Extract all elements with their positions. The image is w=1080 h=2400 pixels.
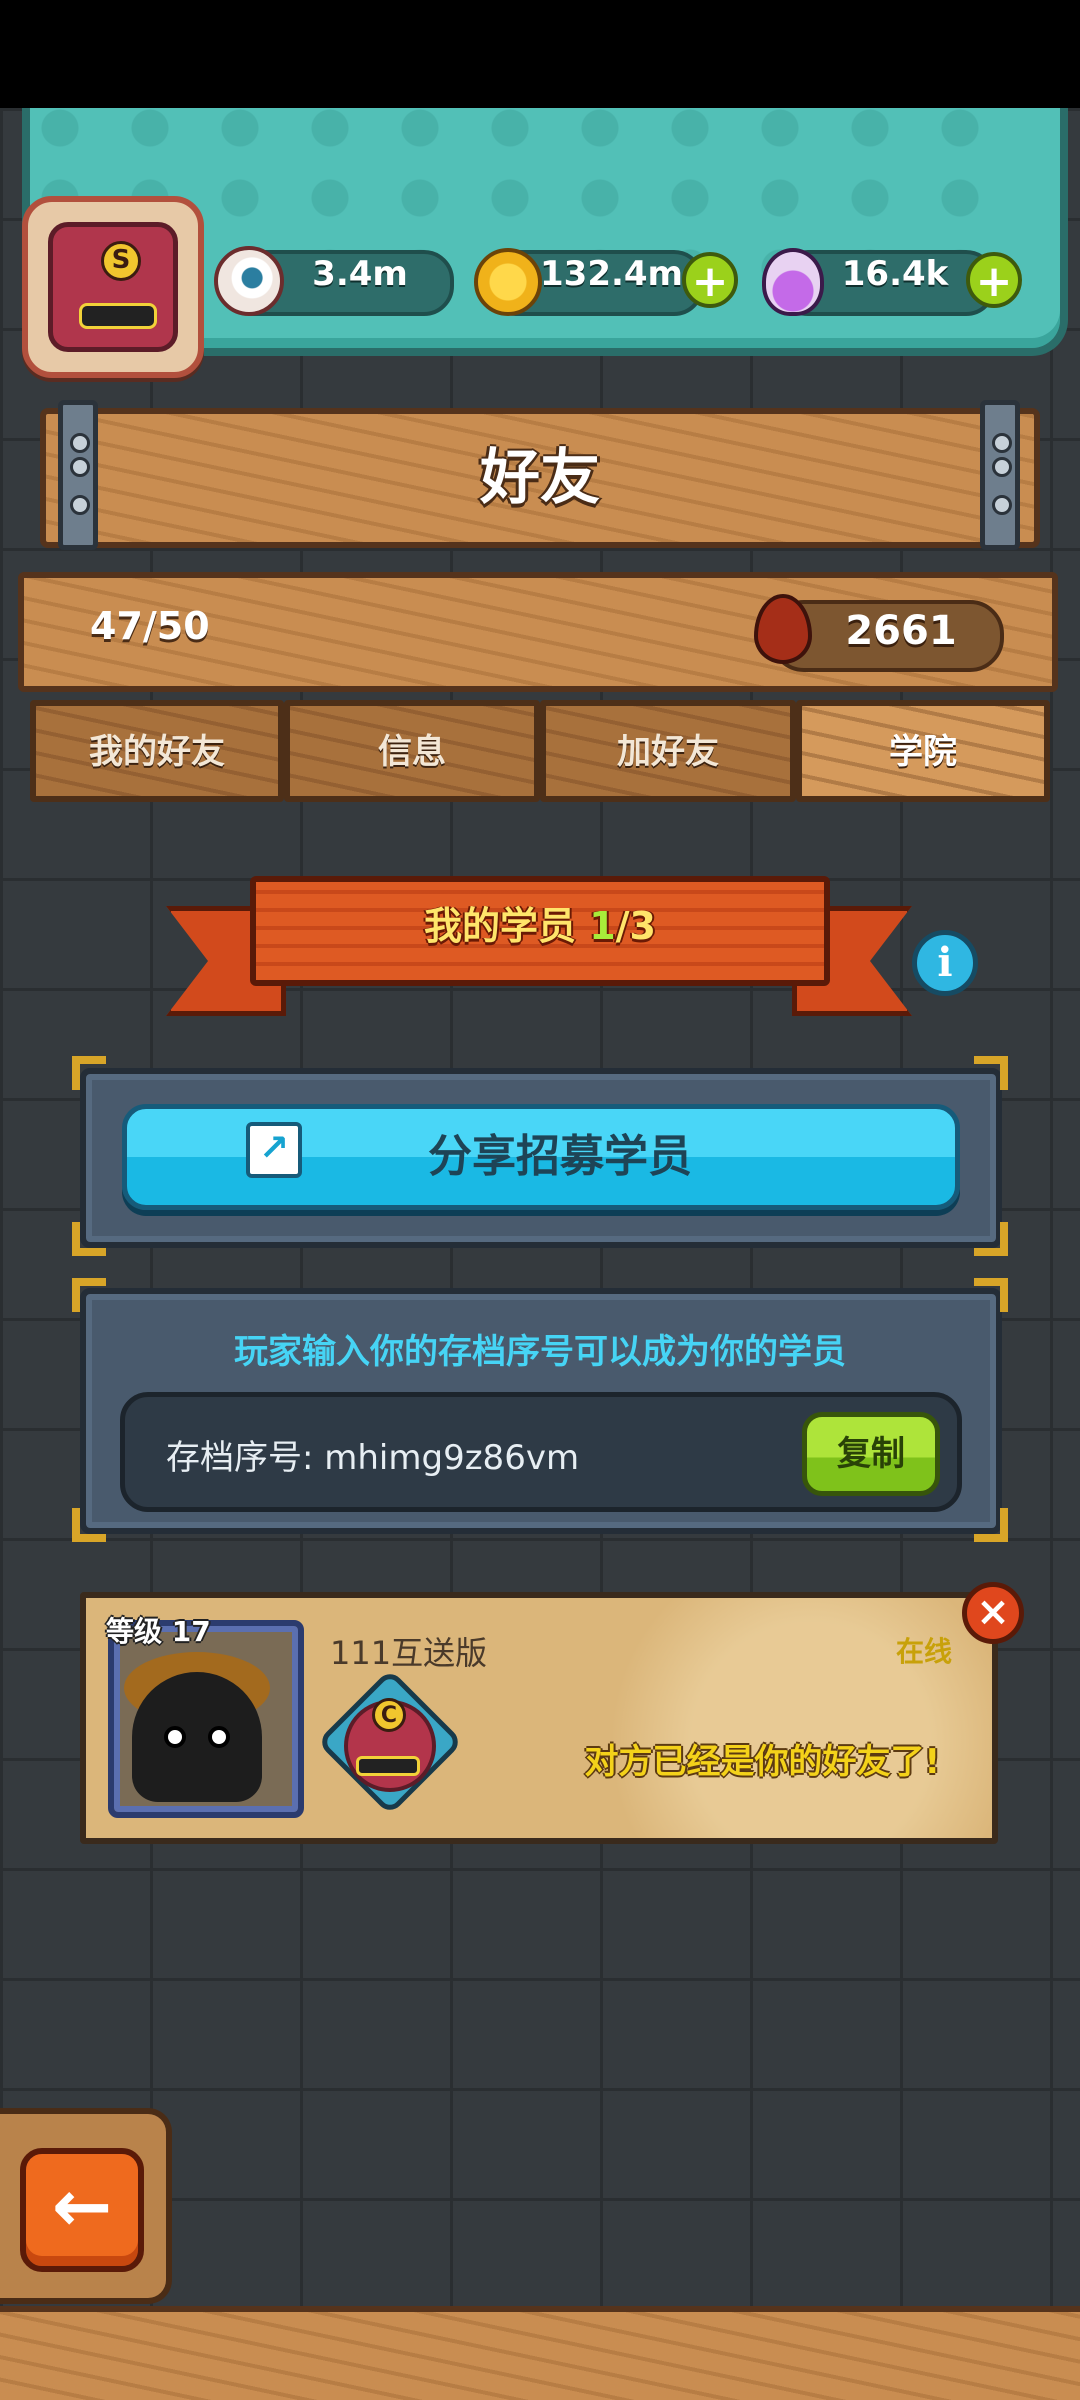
player-avatar[interactable]: S (22, 196, 204, 378)
tab-add-friend[interactable]: 加好友 (540, 700, 796, 802)
page-title: 好友 (480, 443, 600, 513)
badge-teeth (356, 1756, 420, 1776)
save-code-text: 存档序号: mhimg9z86vm (166, 1438, 580, 1478)
badge-rank-letter: C (372, 1698, 406, 1732)
monster-eye (164, 1726, 186, 1748)
close-icon: × (976, 1589, 1010, 1635)
tab-my-friends[interactable]: 我的好友 (30, 700, 284, 802)
save-code-hint: 玩家输入你的存档序号可以成为你的学员 (234, 1332, 846, 1372)
copy-button[interactable]: 复制 (802, 1412, 940, 1496)
rivet (70, 457, 90, 477)
bottom-wood-bar (0, 2306, 1080, 2400)
info-icon: i (937, 939, 953, 986)
right-metal-strap (980, 400, 1020, 550)
purple-potion-icon (762, 248, 824, 316)
remove-student-button[interactable]: × (962, 1582, 1024, 1644)
student-monster (132, 1672, 262, 1802)
banner-prefix: 我的学员 (423, 904, 590, 948)
share-recruit-label: 分享招募学员 (428, 1131, 692, 1182)
rank-letter: S (101, 241, 141, 281)
add-potions-button[interactable]: + (966, 252, 1022, 308)
add-coins-button[interactable]: + (682, 252, 738, 308)
rivet (992, 495, 1012, 515)
corner-bracket (72, 1508, 106, 1542)
eye-resource-value: 3.4m (312, 254, 408, 294)
rivet (992, 433, 1012, 453)
potion-resource-value: 16.4k (841, 254, 949, 294)
eyeball-icon (214, 246, 284, 316)
blood-value: 2661 (845, 608, 957, 654)
students-banner-text: 我的学员 1/3 (250, 876, 830, 986)
plus-icon: + (691, 256, 729, 307)
back-button[interactable]: ← (20, 2148, 144, 2272)
status-bar (0, 0, 1080, 108)
corner-bracket (72, 1222, 106, 1256)
rivet (70, 433, 90, 453)
avatar-monster: S (48, 222, 178, 352)
friend-count: 47/50 (90, 604, 210, 648)
back-arrow-icon: ← (51, 2164, 113, 2248)
monster-teeth (79, 303, 157, 329)
plus-icon: + (975, 256, 1013, 307)
share-icon: ↗ (246, 1122, 302, 1178)
title-board: 好友 (40, 408, 1040, 548)
monster-eye (208, 1726, 230, 1748)
gold-coin-icon (474, 248, 542, 316)
tab-messages[interactable]: 信息 (284, 700, 540, 802)
online-status: 在线 (896, 1635, 953, 1668)
banner-total: /3 (615, 904, 656, 948)
rivet (70, 495, 90, 515)
banner-count: 1 (589, 904, 616, 948)
corner-bracket (974, 1278, 1008, 1312)
corner-bracket (72, 1056, 106, 1090)
info-button[interactable]: i (912, 930, 978, 996)
already-friend-message: 对方已经是你的好友了! (584, 1742, 940, 1782)
student-level: 等级 17 (106, 1615, 211, 1648)
corner-bracket (974, 1508, 1008, 1542)
corner-bracket (974, 1056, 1008, 1090)
left-metal-strap (58, 400, 98, 550)
coin-resource-value: 132.4m (540, 254, 683, 294)
rivet (992, 457, 1012, 477)
corner-bracket (72, 1278, 106, 1312)
tab-academy[interactable]: 学院 (796, 700, 1050, 802)
corner-bracket (974, 1222, 1008, 1256)
student-name: 111互送版 (330, 1634, 488, 1672)
